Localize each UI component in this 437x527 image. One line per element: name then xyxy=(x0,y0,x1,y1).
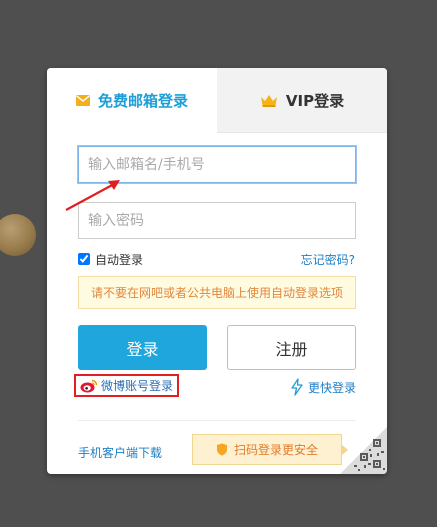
qr-code-icon xyxy=(340,427,387,474)
crown-icon xyxy=(260,94,278,107)
qr-login-tip: 扫码登录更安全 xyxy=(192,434,348,465)
background-blur-decoration xyxy=(0,214,36,256)
quick-login-label: 更快登录 xyxy=(307,380,356,395)
qr-login-tip-label: 扫码登录更安全 xyxy=(233,443,318,457)
auto-login-checkbox[interactable] xyxy=(78,253,90,265)
weibo-icon xyxy=(80,378,98,393)
tab-vip-login[interactable]: VIP登录 xyxy=(217,68,387,133)
auto-login-row: 自动登录 xyxy=(78,250,143,268)
weibo-login-label: 微博账号登录 xyxy=(101,379,174,393)
tab-free-mail-login[interactable]: 免费邮箱登录 xyxy=(47,68,217,133)
mobile-client-download-link[interactable]: 手机客户端下载 xyxy=(78,444,162,461)
weibo-login-link[interactable]: 微博账号登录 xyxy=(74,374,180,397)
public-computer-notice: 请不要在网吧或者公共电脑上使用自动登录选项 xyxy=(78,276,356,309)
tab-vip-label: VIP登录 xyxy=(285,91,345,110)
register-button[interactable]: 注册 xyxy=(227,325,356,370)
email-input[interactable] xyxy=(78,146,356,183)
envelope-icon xyxy=(75,95,90,106)
tab-free-mail-label: 免费邮箱登录 xyxy=(97,92,188,110)
login-tabs: 免费邮箱登录 VIP登录 xyxy=(47,68,387,133)
quick-login-link[interactable]: 更快登录 xyxy=(291,378,356,396)
login-button[interactable]: 登录 xyxy=(78,325,207,370)
qr-code-toggle[interactable] xyxy=(340,427,387,474)
forgot-password-link[interactable]: 忘记密码? xyxy=(301,251,355,268)
login-card: 免费邮箱登录 VIP登录 自动登录 忘记密码? 请不要在网吧或者公共电脑上使用自… xyxy=(47,68,387,474)
shield-icon xyxy=(216,443,228,456)
lightning-icon xyxy=(291,378,303,396)
password-input[interactable] xyxy=(78,202,356,239)
footer-divider xyxy=(78,420,356,421)
auto-login-label[interactable]: 自动登录 xyxy=(95,251,143,268)
